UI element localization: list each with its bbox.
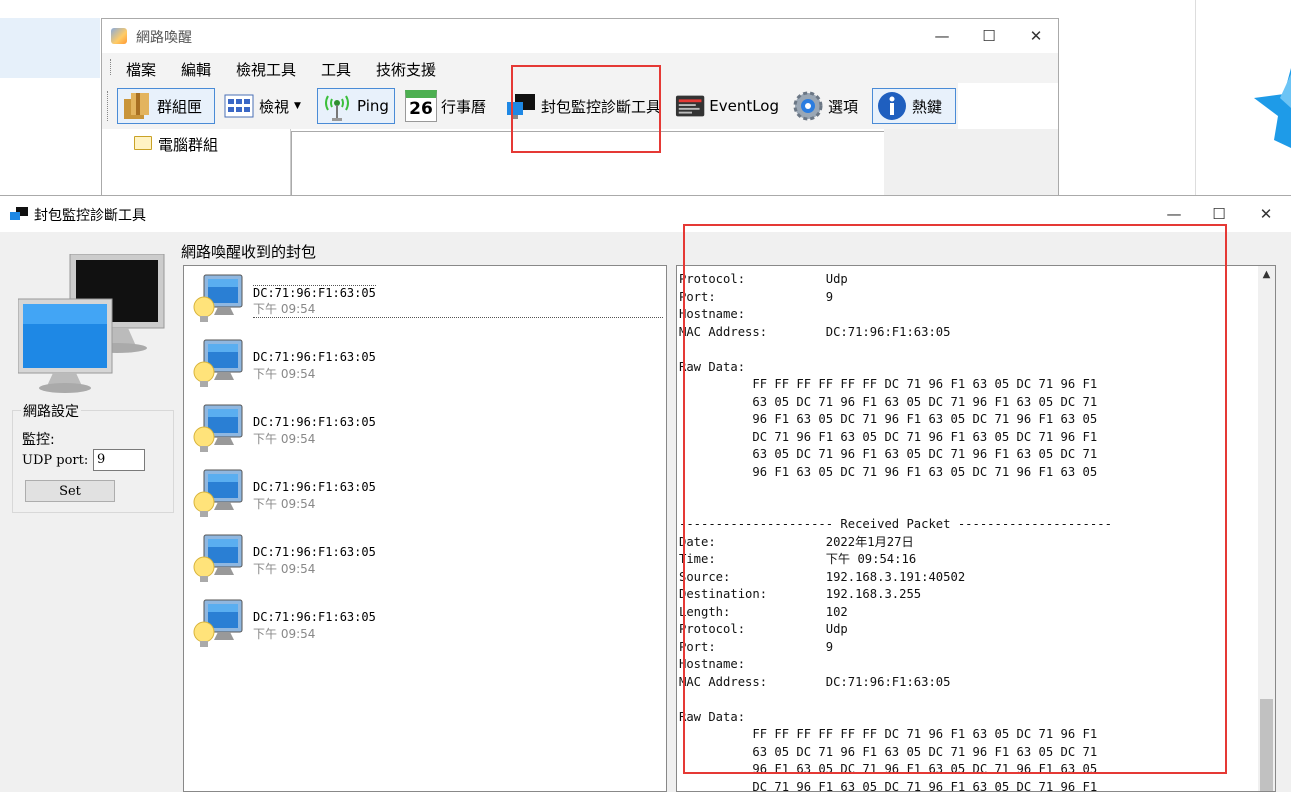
app-icon bbox=[111, 28, 127, 44]
bulb-monitor-icon bbox=[190, 336, 248, 394]
packet-window-title: 封包監控診斷工具 bbox=[34, 208, 146, 224]
view-label: 檢視 bbox=[259, 97, 290, 116]
scroll-up-icon[interactable]: ▲ bbox=[1258, 266, 1275, 283]
udp-port-label: UDP port: bbox=[22, 453, 89, 468]
ping-antenna-icon bbox=[325, 95, 349, 121]
menu-view-tools[interactable]: 檢視工具 bbox=[236, 59, 296, 80]
packet-list-item[interactable]: DC:71:96:F1:63:05 下午 09:54 bbox=[190, 336, 660, 398]
highlight-box-detail bbox=[683, 224, 1227, 774]
packet-mac: DC:71:96:F1:63:05 bbox=[253, 285, 376, 300]
packet-time: 下午 09:54 bbox=[253, 300, 663, 318]
packet-list-item[interactable]: DC:71:96:F1:63:05 下午 09:54 bbox=[190, 531, 660, 593]
view-grid-icon bbox=[224, 94, 254, 118]
packet-app-icon bbox=[10, 207, 28, 220]
window-title: 網路喚醒 bbox=[136, 30, 192, 46]
packet-list-item[interactable]: DC:71:96:F1:63:05 下午 09:54 bbox=[190, 271, 663, 333]
packet-mac: DC:71:96:F1:63:05 bbox=[253, 610, 376, 624]
scroll-thumb[interactable] bbox=[1260, 699, 1273, 791]
packet-list-heading: 網路喚醒收到的封包 bbox=[181, 243, 317, 261]
bulb-monitor-icon bbox=[190, 401, 248, 459]
group-label: 群組匣 bbox=[157, 97, 203, 116]
group-tree: 電腦群組 bbox=[102, 129, 291, 197]
bulb-monitor-icon bbox=[190, 531, 248, 589]
highlight-box-toolbar bbox=[511, 65, 661, 153]
menu-tools[interactable]: 工具 bbox=[321, 59, 351, 80]
computers-icon bbox=[18, 254, 165, 393]
packet-time: 下午 09:54 bbox=[253, 432, 316, 446]
bulb-monitor-icon bbox=[190, 466, 248, 524]
group-button[interactable]: 群組匣 bbox=[117, 88, 215, 124]
ping-label: Ping bbox=[357, 97, 389, 115]
schedule-button[interactable]: 26 行事曆 bbox=[402, 88, 494, 124]
hotkey-button[interactable]: 熱鍵 bbox=[872, 88, 956, 124]
vertical-scrollbar[interactable]: ▲ bbox=[1258, 266, 1275, 791]
group-box-icon bbox=[124, 93, 149, 119]
packet-mac: DC:71:96:F1:63:05 bbox=[253, 350, 376, 364]
packet-close-button[interactable]: ✕ bbox=[1243, 197, 1289, 231]
maximize-button[interactable]: ☐ bbox=[966, 19, 1012, 53]
packet-mac: DC:71:96:F1:63:05 bbox=[253, 415, 376, 429]
eventlog-button[interactable]: EventLog bbox=[672, 88, 784, 124]
packet-list-item[interactable]: DC:71:96:F1:63:05 下午 09:54 bbox=[190, 466, 660, 528]
network-settings-group: 網路設定 監控: UDP port: 9 Set bbox=[12, 401, 174, 513]
options-gear-icon bbox=[793, 91, 823, 121]
menu-support[interactable]: 技術支援 bbox=[376, 59, 436, 80]
ping-button[interactable]: Ping bbox=[317, 88, 395, 124]
divider bbox=[1195, 0, 1196, 195]
tree-item-computer-groups[interactable]: 電腦群組 bbox=[158, 134, 218, 155]
eventlog-icon bbox=[675, 95, 705, 117]
star-icon bbox=[1254, 68, 1291, 148]
packet-time: 下午 09:54 bbox=[253, 562, 316, 576]
schedule-label: 行事曆 bbox=[441, 97, 487, 116]
packet-time: 下午 09:54 bbox=[253, 627, 316, 641]
title-bar: 網路喚醒 — ☐ ✕ bbox=[102, 19, 1058, 53]
set-button[interactable]: Set bbox=[25, 480, 115, 502]
eventlog-label: EventLog bbox=[709, 97, 779, 115]
packet-list-item[interactable]: DC:71:96:F1:63:05 下午 09:54 bbox=[190, 596, 660, 658]
packet-time: 下午 09:54 bbox=[253, 367, 316, 381]
options-button[interactable]: 選項 bbox=[789, 88, 867, 124]
calendar-icon: 26 bbox=[405, 90, 437, 122]
hotkey-label: 熱鍵 bbox=[912, 97, 943, 116]
packet-list[interactable]: DC:71:96:F1:63:05 下午 09:54 DC:71:96:F1:6… bbox=[183, 265, 667, 792]
view-button[interactable]: 檢視 ▼ bbox=[220, 88, 312, 124]
network-settings-legend: 網路設定 bbox=[21, 401, 81, 421]
packet-list-item[interactable]: DC:71:96:F1:63:05 下午 09:54 bbox=[190, 401, 660, 463]
desktop-tile bbox=[0, 18, 100, 78]
packet-time: 下午 09:54 bbox=[253, 497, 316, 511]
info-icon bbox=[878, 92, 906, 120]
folder-icon bbox=[134, 136, 152, 150]
close-button[interactable]: ✕ bbox=[1013, 19, 1059, 53]
menu-edit[interactable]: 編輯 bbox=[181, 59, 211, 80]
menu-file[interactable]: 檔案 bbox=[126, 59, 156, 80]
bulb-monitor-icon bbox=[190, 596, 248, 654]
options-label: 選項 bbox=[828, 97, 859, 116]
monitor-label: 監控: bbox=[22, 432, 55, 448]
menu-grip bbox=[110, 59, 114, 75]
minimize-button[interactable]: — bbox=[919, 19, 965, 53]
toolbar-grip bbox=[107, 91, 111, 121]
udp-port-input[interactable]: 9 bbox=[93, 449, 145, 471]
view-dropdown-icon[interactable]: ▼ bbox=[294, 101, 306, 111]
empty-area bbox=[884, 129, 1058, 197]
packet-mac: DC:71:96:F1:63:05 bbox=[253, 480, 376, 494]
bulb-monitor-icon bbox=[190, 271, 248, 329]
packet-mac: DC:71:96:F1:63:05 bbox=[253, 545, 376, 559]
